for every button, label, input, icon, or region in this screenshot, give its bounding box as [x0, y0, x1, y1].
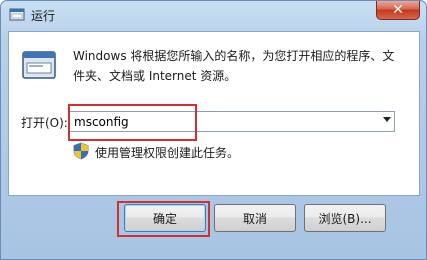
admin-note: 使用管理权限创建此任务。: [95, 146, 240, 160]
close-button[interactable]: ✕: [376, 1, 420, 20]
run-program-icon: [22, 51, 56, 79]
open-input[interactable]: [72, 113, 376, 130]
window-title: 运行: [31, 9, 56, 23]
ok-button[interactable]: 确定: [124, 204, 206, 232]
browse-button[interactable]: 浏览(B)...: [304, 204, 386, 232]
cancel-button[interactable]: 取消: [214, 204, 296, 232]
open-combobox[interactable]: [69, 111, 395, 132]
chevron-down-icon[interactable]: [383, 117, 391, 122]
run-dialog-window: 运行 ✕ Windows 将根据您所输入的名称，为您打开相应的程序、文件夹、文档…: [0, 0, 427, 260]
title-bar[interactable]: 运行 ✕: [1, 1, 426, 29]
dialog-body: Windows 将根据您所输入的名称，为您打开相应的程序、文件夹、文档或 Int…: [8, 31, 420, 196]
open-label: 打开(O):: [21, 116, 68, 130]
close-icon: ✕: [392, 2, 404, 18]
dialog-description: Windows 将根据您所输入的名称，为您打开相应的程序、文件夹、文档或 Int…: [73, 49, 395, 83]
run-app-icon: [9, 8, 25, 21]
uac-shield-icon: [73, 142, 89, 160]
